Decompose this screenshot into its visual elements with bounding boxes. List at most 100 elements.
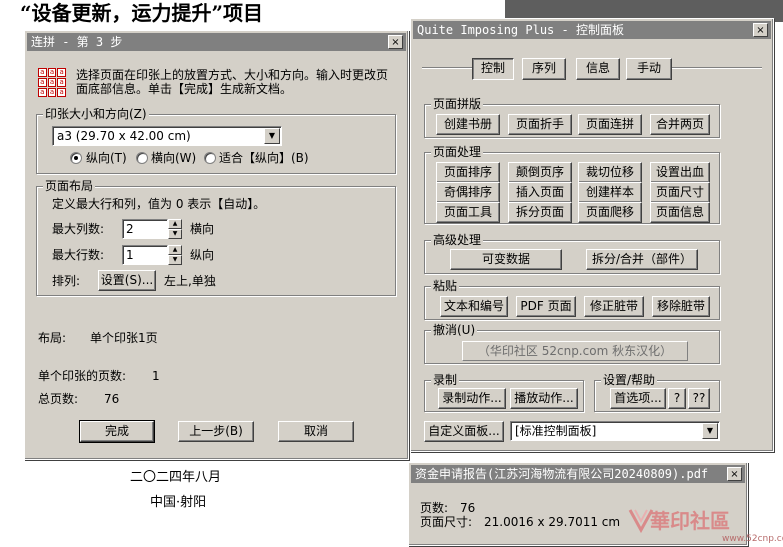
odd-even-sort-button[interactable]: 奇偶排序	[436, 182, 500, 203]
page-info-button[interactable]: 页面信息	[650, 202, 710, 223]
help-button[interactable]: ?	[668, 388, 686, 409]
control-panel-titlebar[interactable]: Quite Imposing Plus - 控制面板 ×	[413, 21, 771, 39]
cols-direction: 横向	[190, 222, 215, 236]
doc-size-label: 页面尺寸:	[420, 515, 473, 529]
document-info-close-button[interactable]: ×	[727, 467, 742, 481]
variable-data-button[interactable]: 可变数据	[450, 249, 562, 270]
step-repeat-button[interactable]: 页面连拼	[578, 114, 642, 135]
icon-cell: a	[38, 88, 47, 97]
total-pages-value: 76	[104, 392, 120, 406]
trim-shift-button[interactable]: 裁切位移	[578, 162, 642, 183]
chevron-up-icon[interactable]: ▲	[168, 245, 182, 255]
merge-two-pages-button[interactable]: 合并两页	[650, 114, 710, 135]
forum-url: www.52cnp.com	[722, 534, 783, 544]
chevron-down-icon[interactable]: ▼	[168, 255, 182, 265]
max-rows-input[interactable]: 1	[122, 245, 168, 265]
reverse-order-button[interactable]: 颠倒页序	[508, 162, 572, 183]
wizard-close-button[interactable]: ×	[388, 35, 403, 49]
tab-divider	[672, 67, 762, 69]
layout-summary-value: 单个印张1页	[90, 331, 158, 345]
document-place: 中国·射阳	[150, 495, 207, 510]
icon-cell: a	[57, 68, 66, 77]
settings-help-group-label: 设置/帮助	[601, 373, 658, 387]
max-cols-input[interactable]: 2	[122, 219, 168, 239]
create-booklet-button[interactable]: 创建书册	[436, 114, 500, 135]
panel-select[interactable]: [标准控制面板] ▼	[510, 421, 720, 441]
back-button[interactable]: 上一步(B)	[178, 421, 254, 442]
chevron-up-icon[interactable]: ▲	[168, 219, 182, 229]
max-cols-stepper[interactable]: ▲ ▼	[168, 219, 182, 239]
max-rows-stepper[interactable]: ▲ ▼	[168, 245, 182, 265]
insert-pages-button[interactable]: 插入页面	[508, 182, 572, 203]
chevron-down-icon[interactable]: ▼	[264, 128, 280, 144]
page-sort-button[interactable]: 页面排序	[436, 162, 500, 183]
about-button[interactable]: ??	[688, 388, 710, 409]
rows-direction: 纵向	[190, 248, 215, 262]
max-cols-label: 最大列数:	[52, 222, 105, 236]
fix-dirt-button[interactable]: 修正脏带	[584, 296, 644, 317]
set-bleed-button[interactable]: 设置出血	[650, 162, 710, 183]
icon-cell: a	[47, 78, 57, 87]
orient-portrait-radio[interactable]	[70, 152, 82, 164]
customize-panel-button[interactable]: 自定义面板...	[424, 421, 504, 442]
forum-watermark: 華印社區	[650, 509, 730, 533]
tab-divider	[422, 67, 472, 69]
wizard-titlebar[interactable]: 连拼 - 第 3 步 ×	[27, 33, 406, 51]
arrange-label: 排列:	[52, 274, 81, 288]
orient-portrait-label[interactable]: 纵向(T)	[86, 150, 127, 166]
undo-group-label[interactable]: 撤消(U)	[431, 323, 478, 337]
icon-cell: a	[57, 78, 66, 87]
split-merge-button[interactable]: 拆分/合并（部件）	[586, 249, 698, 270]
tab-sequence[interactable]: 序列	[522, 58, 566, 80]
create-sample-button[interactable]: 创建样本	[578, 182, 642, 203]
arrange-settings-button[interactable]: 设置(S)...	[98, 270, 156, 291]
record-action-button[interactable]: 录制动作...	[438, 388, 506, 409]
doc-size-value: 21.0016 x 29.7011 cm	[484, 515, 621, 529]
wizard-instruction: 选择页面在印张上的放置方式、大小和方向。输入时更改页面底部信息。单击【完成】生成…	[76, 68, 389, 96]
tab-control[interactable]: 控制	[472, 58, 514, 80]
document-info-titlebar[interactable]: 资金申请报告(江苏河海物流有限公司20240809).pdf ×	[411, 465, 745, 483]
remove-dirt-button[interactable]: 移除脏带	[652, 296, 710, 317]
paste-group-label: 粘贴	[431, 279, 460, 293]
max-rows-label: 最大行数:	[52, 248, 105, 262]
preferences-button[interactable]: 首选项...	[610, 388, 666, 409]
icon-cell: a	[57, 88, 66, 97]
orient-fit-label[interactable]: 适合【纵向】(B)	[219, 150, 309, 166]
page-creep-button[interactable]: 页面爬移	[578, 202, 642, 223]
record-group-label: 录制	[431, 373, 460, 387]
sheet-size-value: a3 (29.70 x 42.00 cm)	[57, 129, 191, 143]
total-pages-label: 总页数:	[38, 392, 79, 406]
layout-summary-label: 布局:	[38, 331, 67, 345]
document-info-title: 资金申请报告(江苏河海物流有限公司20240809).pdf	[415, 467, 709, 481]
cancel-button[interactable]: 取消	[278, 421, 354, 442]
split-pages-button[interactable]: 拆分页面	[508, 202, 572, 223]
pdf-pages-button[interactable]: PDF 页面	[516, 296, 576, 317]
control-panel-close-button[interactable]: ×	[753, 23, 768, 37]
advanced-group-label: 高级处理	[431, 233, 484, 247]
icon-cell: a	[47, 88, 57, 97]
undo-history-bar: （华印社区 52cnp.com 秋东汉化）	[462, 341, 688, 361]
play-action-button[interactable]: 播放动作...	[510, 388, 578, 409]
finish-button[interactable]: 完成	[79, 420, 155, 443]
pages-per-sheet-value: 1	[152, 369, 160, 383]
document-date: 二〇二四年八月	[130, 470, 222, 485]
icon-cell: a	[38, 68, 47, 77]
orient-fit-radio[interactable]	[204, 152, 216, 164]
pages-per-sheet-label: 单个印张的页数:	[38, 369, 127, 383]
icon-cell: a	[38, 78, 47, 87]
tab-manual[interactable]: 手动	[626, 58, 672, 80]
page-size-button[interactable]: 页面尺寸	[650, 182, 710, 203]
document-heading: “设备更新，运力提升”项目	[20, 1, 264, 25]
chevron-down-icon[interactable]: ▼	[168, 229, 182, 239]
sheet-size-select[interactable]: a3 (29.70 x 42.00 cm) ▼	[52, 126, 282, 146]
tab-info[interactable]: 信息	[576, 58, 620, 80]
control-panel-title: Quite Imposing Plus - 控制面板	[417, 23, 624, 37]
layout-hint: 定义最大行和列，值为 0 表示【自动】。	[52, 197, 266, 211]
orient-landscape-radio[interactable]	[136, 152, 148, 164]
text-numbering-button[interactable]: 文本和编号	[440, 296, 508, 317]
arrange-value: 左上,单独	[164, 274, 216, 288]
page-tools-button[interactable]: 页面工具	[436, 202, 500, 223]
page-fold-button[interactable]: 页面折手	[508, 114, 572, 135]
chevron-down-icon[interactable]: ▼	[702, 423, 718, 439]
orient-landscape-label[interactable]: 横向(W)	[151, 150, 196, 166]
